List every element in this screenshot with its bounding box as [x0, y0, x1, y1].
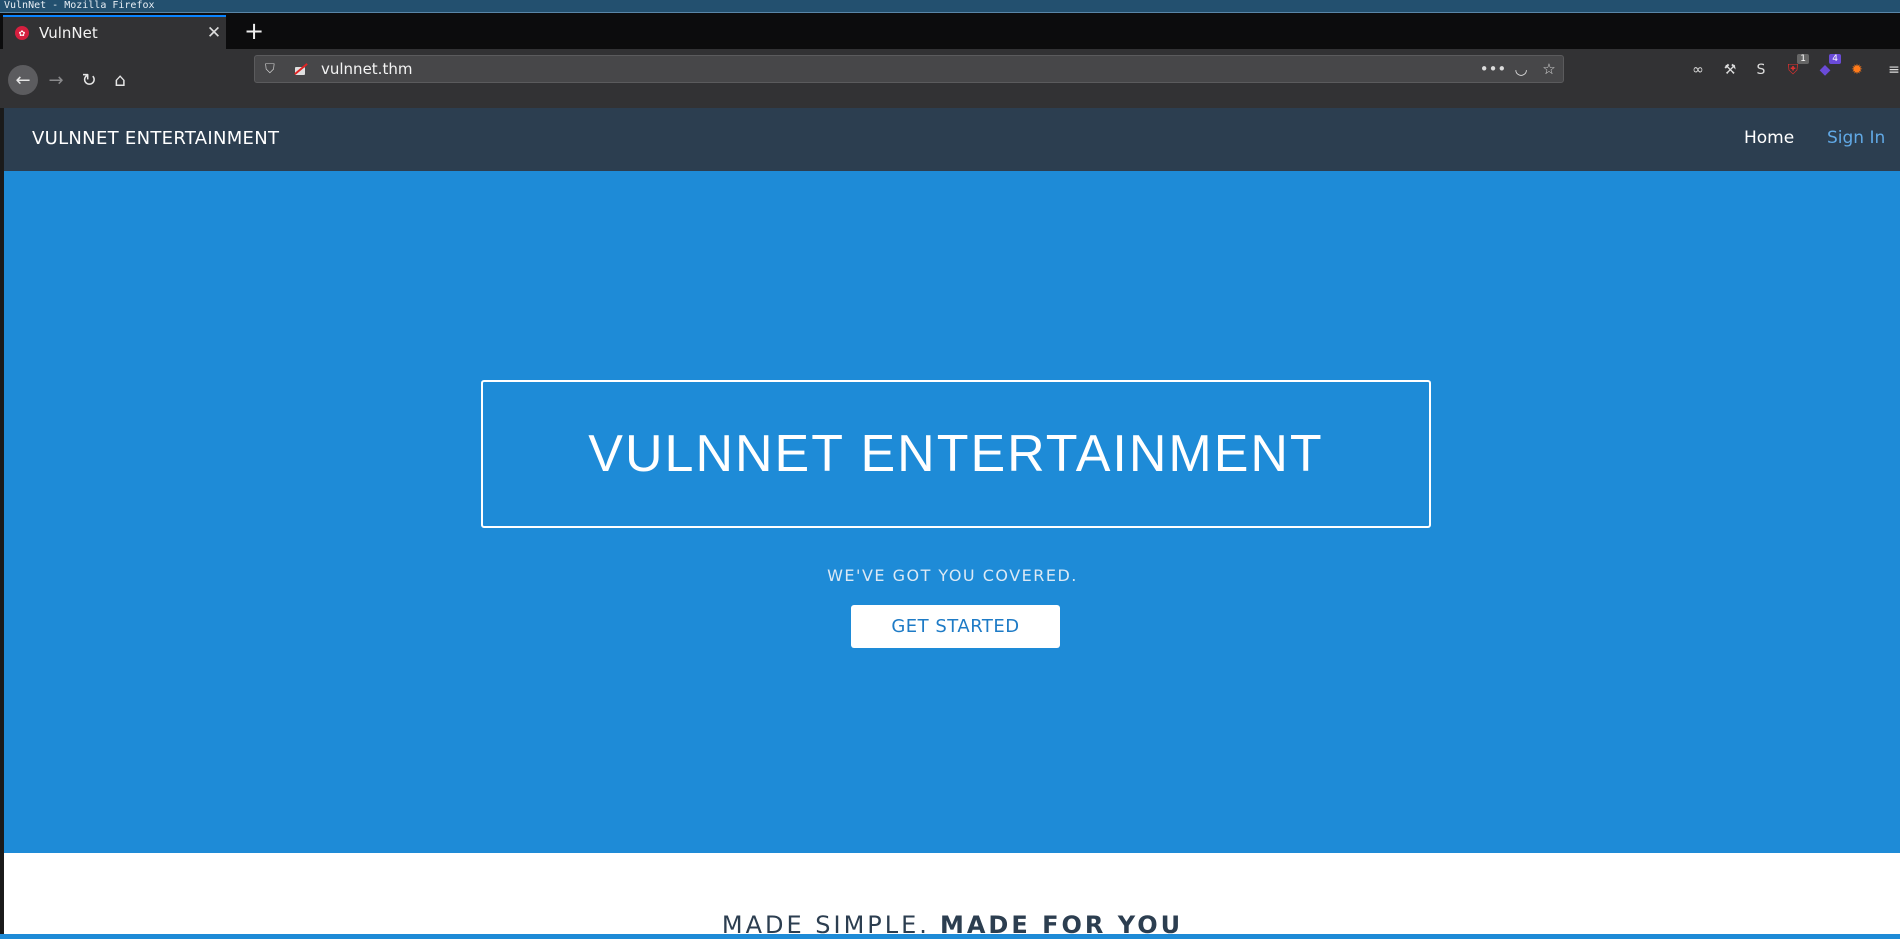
ublock-origin-icon[interactable]: ⛨ 1: [1783, 54, 1809, 80]
wrench-extension-icon[interactable]: ⚒: [1720, 60, 1740, 80]
insecure-connection-icon[interactable]: [293, 62, 307, 76]
nav-signin-link[interactable]: Sign In: [1827, 128, 1885, 148]
s-extension-icon[interactable]: S: [1751, 60, 1771, 80]
pocket-icon[interactable]: ◡: [1507, 60, 1535, 78]
page-actions-menu-icon[interactable]: •••: [1479, 60, 1507, 78]
foxyproxy-icon[interactable]: ✹: [1847, 60, 1867, 80]
site-navbar: VULNNET ENTERTAINMENT Home Sign In: [4, 108, 1900, 171]
get-started-button[interactable]: GET STARTED: [851, 605, 1060, 648]
tracking-protection-shield-icon[interactable]: ⛉: [265, 62, 279, 77]
app-menu-icon[interactable]: ≡: [1884, 60, 1900, 80]
hero-title-box: VULNNET ENTERTAINMENT: [481, 380, 1431, 528]
section-heading-bold: MADE FOR YOU: [939, 911, 1184, 939]
home-button[interactable]: ⌂: [105, 65, 135, 95]
window-title: VulnNet - Mozilla Firefox: [4, 0, 155, 11]
section-heading-light: MADE SIMPLE.: [721, 911, 930, 939]
tab-title: VulnNet: [39, 24, 98, 42]
new-tab-button[interactable]: +: [236, 13, 272, 49]
web-page: VULNNET ENTERTAINMENT Home Sign In VULNN…: [3, 108, 1900, 939]
url-text[interactable]: vulnnet.thm: [321, 60, 1479, 78]
reload-button[interactable]: ↻: [74, 65, 104, 95]
site-brand[interactable]: VULNNET ENTERTAINMENT: [32, 128, 279, 149]
window-title-bar: VulnNet - Mozilla Firefox: [0, 0, 1900, 13]
features-section: MADE SIMPLE. MADE FOR YOU: [4, 853, 1900, 939]
purple-extension-icon[interactable]: ◆ 4: [1815, 54, 1841, 80]
private-mask-extension-icon[interactable]: ∞: [1688, 60, 1708, 80]
purple-extension-badge: 4: [1829, 54, 1841, 64]
browser-tab-active[interactable]: ✿ VulnNet ✕: [3, 15, 226, 49]
bookmark-star-icon[interactable]: ☆: [1535, 60, 1563, 78]
back-button[interactable]: ←: [8, 65, 38, 95]
close-tab-icon[interactable]: ✕: [202, 23, 226, 43]
section-heading: MADE SIMPLE. MADE FOR YOU: [4, 911, 1900, 939]
hero-subtitle: WE'VE GOT YOU COVERED.: [827, 566, 1078, 585]
site-favicon-icon: ✿: [15, 26, 29, 40]
address-bar[interactable]: ⛉ vulnnet.thm ••• ◡ ☆: [254, 55, 1564, 83]
nav-home-link[interactable]: Home: [1744, 128, 1794, 148]
ublock-badge: 1: [1797, 54, 1809, 64]
hero-title: VULNNET ENTERTAINMENT: [588, 425, 1324, 483]
forward-button[interactable]: →: [41, 65, 71, 95]
tab-strip: ✿ VulnNet ✕ +: [0, 13, 1900, 49]
